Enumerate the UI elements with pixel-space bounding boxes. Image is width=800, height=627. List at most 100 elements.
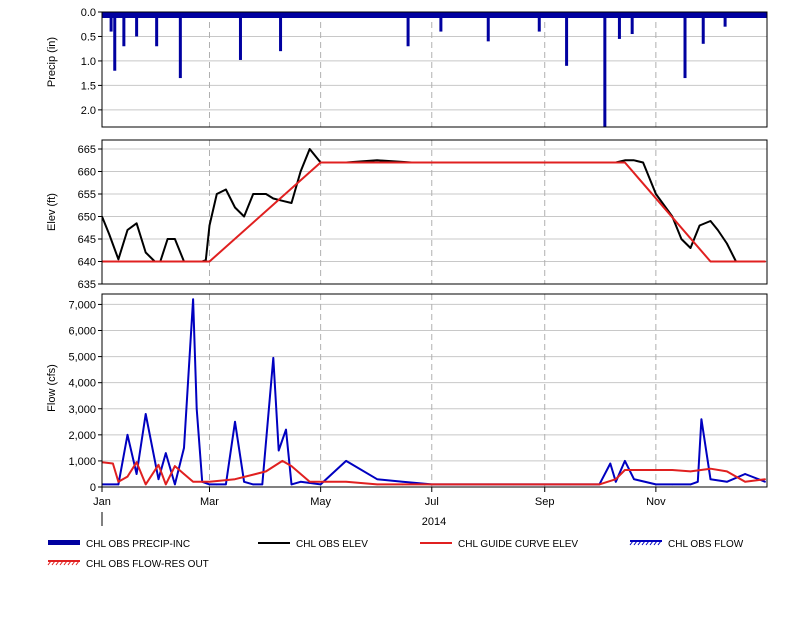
precip-bar — [279, 12, 283, 52]
data-point — [117, 483, 120, 486]
data-point — [689, 247, 692, 249]
legend-label: CHL OBS ELEV — [296, 539, 368, 550]
precip-bar — [537, 12, 541, 32]
data-point — [277, 449, 280, 452]
y-tick-label: 2.0 — [81, 105, 96, 117]
data-point — [252, 483, 255, 486]
data-point — [487, 483, 490, 486]
data-point — [208, 480, 211, 483]
data-point — [655, 193, 657, 195]
data-point — [290, 483, 293, 486]
data-point — [671, 483, 674, 486]
data-point — [717, 229, 719, 231]
y-tick-label: 7,000 — [68, 299, 96, 311]
precip-bar — [439, 12, 443, 32]
data-point — [243, 215, 245, 218]
data-point — [108, 233, 111, 236]
data-point — [183, 447, 185, 449]
legend-label: CHL GUIDE CURVE ELEV — [458, 539, 578, 550]
data-point — [624, 159, 626, 162]
y-tick-label: 0 — [90, 482, 96, 494]
data-point — [726, 480, 728, 483]
data-point — [281, 460, 284, 462]
data-point — [543, 483, 546, 486]
data-point — [642, 161, 644, 164]
data-point — [144, 483, 147, 486]
precip-bar — [486, 12, 490, 42]
precip-bar — [701, 12, 705, 44]
data-point — [698, 224, 701, 227]
data-point — [401, 483, 404, 486]
data-point — [272, 197, 275, 200]
y-tick-label: 635 — [78, 279, 96, 291]
x-tick-label: Sep — [535, 496, 555, 508]
data-point — [126, 475, 129, 478]
data-point — [117, 480, 120, 483]
precip-panel: Precip (in) 0.0 0.5 1.0 1.5 2.0 — [46, 7, 768, 128]
data-point — [744, 480, 746, 483]
legend-label: CHL OBS FLOW — [668, 539, 744, 550]
data-point — [700, 418, 703, 420]
data-point — [401, 480, 404, 483]
data-point — [208, 224, 211, 227]
data-point — [633, 159, 635, 162]
data-point — [376, 159, 378, 162]
x-tick-label: Mar — [200, 496, 219, 508]
data-point — [252, 193, 255, 195]
data-point — [345, 460, 347, 462]
x-tick-label: May — [310, 496, 331, 508]
data-point — [709, 260, 712, 263]
data-point — [376, 483, 378, 486]
flow-ylabel: Flow (cfs) — [46, 364, 58, 412]
data-point — [166, 238, 169, 240]
data-point — [234, 206, 236, 209]
elev-ylabel: Elev (ft) — [46, 193, 58, 231]
y-tick-label: 640 — [78, 257, 96, 269]
data-point — [265, 470, 267, 473]
data-point — [709, 467, 712, 470]
data-point — [225, 188, 227, 191]
data-point — [319, 161, 322, 164]
y-tick-label: 645 — [78, 234, 96, 246]
data-point — [290, 465, 293, 467]
data-point — [234, 420, 236, 423]
hydrograph-chart: Precip (in) 0.0 0.5 1.0 1.5 2.0 Elev (ft) 63… — [46, 7, 768, 570]
data-point — [624, 161, 626, 164]
data-point — [126, 229, 129, 231]
data-point — [299, 170, 302, 173]
precip-bar — [603, 12, 607, 127]
data-point — [281, 199, 284, 202]
data-point — [308, 148, 311, 150]
data-point — [764, 478, 766, 480]
precip-bar — [723, 12, 727, 27]
data-point — [633, 469, 635, 471]
precip-ylabel: Precip (in) — [46, 37, 58, 87]
data-point — [744, 473, 746, 475]
precip-bar — [109, 12, 113, 32]
data-point — [215, 483, 218, 486]
precip-baseline — [102, 12, 767, 18]
data-point — [624, 469, 626, 471]
data-point — [164, 483, 167, 486]
data-point — [215, 193, 218, 195]
flow-panel: Flow (cfs) 0 1,000 2,000 3,000 4,000 5,000 6,0… — [46, 293, 768, 494]
precip-bar — [135, 12, 139, 37]
y-tick-label: 5,000 — [68, 352, 96, 364]
data-point — [135, 461, 138, 464]
data-point — [135, 473, 138, 475]
x-tick-label: Jan — [93, 496, 111, 508]
data-point — [680, 238, 683, 240]
legend-swatch — [47, 560, 80, 566]
data-point — [726, 242, 728, 245]
data-point — [709, 220, 712, 222]
y-tick-label: 655 — [78, 189, 96, 201]
data-point — [598, 483, 601, 486]
data-point — [174, 483, 176, 486]
data-point — [265, 193, 267, 195]
data-point — [135, 222, 138, 225]
legend: CHL OBS PRECIP-INC CHL OBS ELEV CHL GUIDE … — [47, 539, 744, 570]
y-tick-label: 0.5 — [81, 31, 96, 43]
data-point — [234, 478, 236, 480]
precip-bar — [178, 12, 182, 79]
data-point — [285, 428, 287, 431]
